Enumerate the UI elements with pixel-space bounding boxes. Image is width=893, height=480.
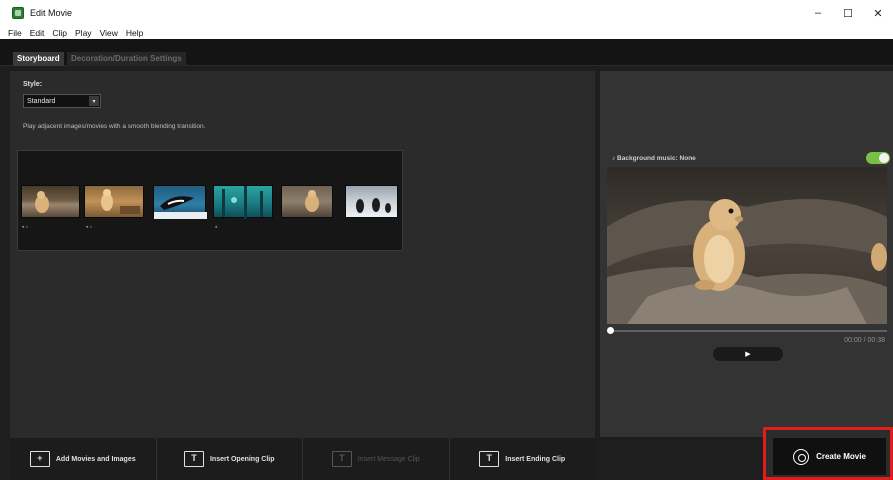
menu-bar: File Edit Clip Play View Help [0,26,893,39]
clip-image-prairie-dog-2 [305,190,319,212]
add-movies-images-label: Add Movies and Images [55,455,136,463]
clip-thumbnail[interactable] [345,185,398,218]
clip-type-icon: ▪▫ [22,224,29,231]
clip-image-prairie-dog [35,191,49,213]
tab-storyboard[interactable]: Storyboard [13,52,64,66]
add-media-icon: + [29,451,50,467]
style-description: Play adjacent images/movies with a smoot… [23,123,206,130]
time-readout: 00:00 / 00:38 [844,337,885,344]
window-controls: – ☐ ✕ [803,0,893,26]
tab-strip: Storyboard Decoration/Duration Settings [0,39,893,66]
message-clip-icon: T [331,451,352,467]
insert-opening-clip-button[interactable]: T Insert Opening Clip [157,438,303,480]
background-music-label: ♪ Background music: None [612,155,696,162]
storyboard-timeline[interactable]: ▪▫ ▪▫ ▪ [17,150,403,251]
menu-edit[interactable]: Edit [30,28,45,38]
style-label: Style: [23,81,43,88]
title-bar: Edit Movie – ☐ ✕ [0,0,893,26]
clip-thumbnail[interactable] [84,185,144,218]
clip-image-orca [154,196,207,219]
clip-type-icon: ▪▫ [86,224,93,231]
app-icon [12,7,24,19]
preview-panel: ♪ Background music: None 00:00 / 00:38 ▶ [600,71,893,437]
add-movies-images-button[interactable]: + Add Movies and Images [10,438,157,480]
insert-message-clip-label: Insert Message Clip [357,455,420,463]
opening-clip-icon: T [183,451,204,467]
insert-opening-clip-label: Insert Opening Clip [209,455,275,463]
menu-play[interactable]: Play [75,28,92,38]
menu-clip[interactable]: Clip [52,28,67,38]
menu-view[interactable]: View [100,28,118,38]
insert-message-clip-button[interactable]: T Insert Message Clip [303,438,450,480]
style-dropdown[interactable]: Standard ▾ [23,94,101,108]
clip-thumbnail[interactable] [281,185,333,218]
clip-type-icon: ▪ [215,224,219,231]
close-button[interactable]: ✕ [863,0,893,26]
clip-image-aquarium [222,186,263,219]
seek-handle[interactable] [607,327,614,334]
seek-bar[interactable] [607,330,887,332]
storyboard-panel: Style: Standard ▾ Play adjacent images/m… [10,71,595,480]
preview-video[interactable] [607,167,887,324]
play-button[interactable]: ▶ [713,347,783,361]
maximize-button[interactable]: ☐ [833,0,863,26]
film-reel-icon [793,448,810,465]
window-title: Edit Movie [30,8,73,18]
tab-decoration-duration[interactable]: Decoration/Duration Settings [67,52,186,66]
chevron-down-icon[interactable]: ▾ [89,96,99,106]
insert-ending-clip-label: Insert Ending Clip [505,455,566,463]
clip-image-prairie-dog-dirt [101,189,140,214]
menu-file[interactable]: File [8,28,22,38]
style-selected-value: Standard [27,97,56,105]
menu-help[interactable]: Help [126,28,143,38]
clip-thumbnail[interactable] [21,185,80,218]
clip-image-penguins [356,198,391,213]
create-movie-highlight: Create Movie [763,427,893,480]
clip-thumbnail[interactable] [153,185,207,219]
storyboard-actions: + Add Movies and Images T Insert Opening… [10,438,595,480]
create-movie-button[interactable]: Create Movie [773,438,886,475]
ending-clip-icon: T [479,451,500,467]
preview-image-prairie-dog [607,167,887,324]
minimize-button[interactable]: – [803,0,833,26]
create-movie-label: Create Movie [816,452,866,461]
insert-ending-clip-button[interactable]: T Insert Ending Clip [450,438,596,480]
clip-thumbnail[interactable] [213,185,273,219]
audio-toggle[interactable] [866,152,890,164]
